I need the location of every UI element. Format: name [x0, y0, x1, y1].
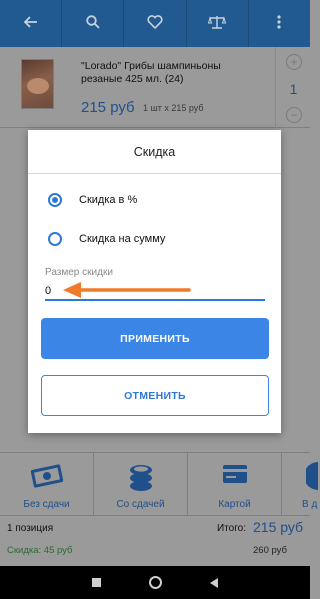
minus-icon: − [290, 108, 298, 122]
radio-amount-label[interactable]: Скидка на сумму [79, 233, 165, 245]
partial-icon [304, 461, 318, 496]
pointer-arrow-icon [61, 280, 191, 305]
quantity-count: 1 [289, 81, 298, 97]
payment-option-label: Без сдачи [23, 499, 70, 510]
payment-option-card[interactable]: Картой [188, 453, 282, 515]
heart-icon [147, 12, 163, 35]
decrement-button[interactable]: − [286, 107, 302, 123]
payment-option-label: В д [302, 499, 318, 510]
back-icon[interactable] [210, 577, 218, 588]
back-button[interactable] [0, 0, 63, 47]
plus-icon: + [290, 55, 298, 69]
payment-option-partial[interactable]: В д [282, 453, 318, 515]
product-quantity-line: 1 шт х 215 руб [143, 103, 204, 113]
quantity-stepper: + 1 − [275, 47, 310, 128]
favorites-button[interactable] [124, 0, 187, 47]
radio-amount-discount[interactable] [48, 232, 62, 246]
scales-button[interactable] [187, 0, 249, 47]
more-button[interactable] [249, 0, 310, 47]
order-summary: 1 позиция Итого: 215 руб Скидка: 45 руб … [0, 516, 310, 566]
system-navbar [0, 566, 310, 599]
back-arrow-icon [23, 12, 38, 35]
total-label: Итого: [217, 523, 246, 534]
discount-amount: Скидка: 45 руб [7, 545, 73, 556]
total-value: 215 руб [253, 519, 304, 535]
payment-option-label: Со сдачей [116, 499, 165, 510]
card-icon [222, 461, 248, 492]
coins-icon [126, 461, 156, 498]
apply-button[interactable]: ПРИМЕНИТЬ [41, 318, 269, 359]
search-icon [86, 12, 100, 35]
product-name: "Lorado" Грибы шампиньоны резаные 425 мл… [81, 60, 221, 85]
cancel-button[interactable]: ОТМЕНИТЬ [41, 375, 269, 416]
payment-option-no-change[interactable]: Без сдачи [0, 453, 94, 515]
radio-percent-label[interactable]: Скидка в % [79, 194, 137, 206]
payment-option-with-change[interactable]: Со сдачей [94, 453, 188, 515]
payment-option-label: Картой [218, 499, 251, 510]
payment-options: Без сдачи Со сдачей Картой В д [0, 452, 318, 516]
top-toolbar [0, 0, 310, 47]
recents-icon[interactable] [92, 578, 101, 587]
subtotal-value: 260 руб [253, 545, 287, 556]
product-price: 215 руб [81, 99, 135, 116]
scales-icon [208, 12, 227, 35]
search-button[interactable] [62, 0, 125, 47]
discount-dialog: Скидка Скидка в % Скидка на сумму Размер… [28, 130, 281, 433]
dialog-title: Скидка [133, 145, 176, 159]
increment-button[interactable]: + [286, 54, 302, 70]
home-icon[interactable] [149, 576, 162, 589]
more-icon [277, 12, 282, 35]
discount-size-label: Размер скидки [45, 267, 113, 278]
cart-item[interactable]: "Lorado" Грибы шампиньоны резаные 425 мл… [0, 47, 310, 128]
radio-percent-discount[interactable] [48, 193, 62, 207]
positions-count: 1 позиция [7, 523, 54, 534]
dialog-divider [28, 173, 281, 174]
product-image [21, 59, 54, 109]
cash-icon [30, 461, 64, 496]
